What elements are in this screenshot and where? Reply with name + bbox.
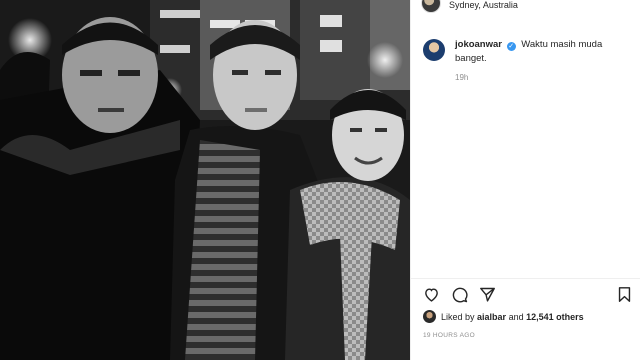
likes-summary: Liked by aialbar and 12,541 others [423,310,584,323]
verified-badge-icon: ✓ [506,42,516,51]
likes-connector: and [508,311,524,322]
post-timestamp[interactable]: 19 HOURS AGO [423,332,475,339]
liker-username[interactable]: aialbar [477,312,506,322]
heart-icon[interactable] [423,286,440,303]
caption-comment: jokoanwar ✓ Waktu masih muda banget. 19h [423,38,631,85]
actions-divider [411,278,640,279]
post-header: Sydney, Australia [421,0,518,13]
liker-avatar[interactable] [423,310,436,323]
post-photo[interactable] [0,0,410,360]
action-bar [423,286,633,304]
author-avatar[interactable] [421,0,441,13]
post-sidebar: Sydney, Australia jokoanwar ✓ Waktu masi… [410,0,640,360]
likes-others-link[interactable]: 12,541 others [526,312,584,322]
caption-username[interactable]: jokoanwar [455,39,502,50]
caption-text-block: jokoanwar ✓ Waktu masih muda banget. 19h [455,38,631,85]
comment-icon[interactable] [451,286,468,303]
comment-time[interactable]: 19h [455,71,631,85]
likes-prefix: Liked by [441,311,475,322]
post-location[interactable]: Sydney, Australia [449,0,518,10]
bookmark-icon[interactable] [616,286,633,303]
share-icon[interactable] [479,286,496,303]
caption-avatar[interactable] [423,39,445,61]
photo-image [0,0,410,360]
